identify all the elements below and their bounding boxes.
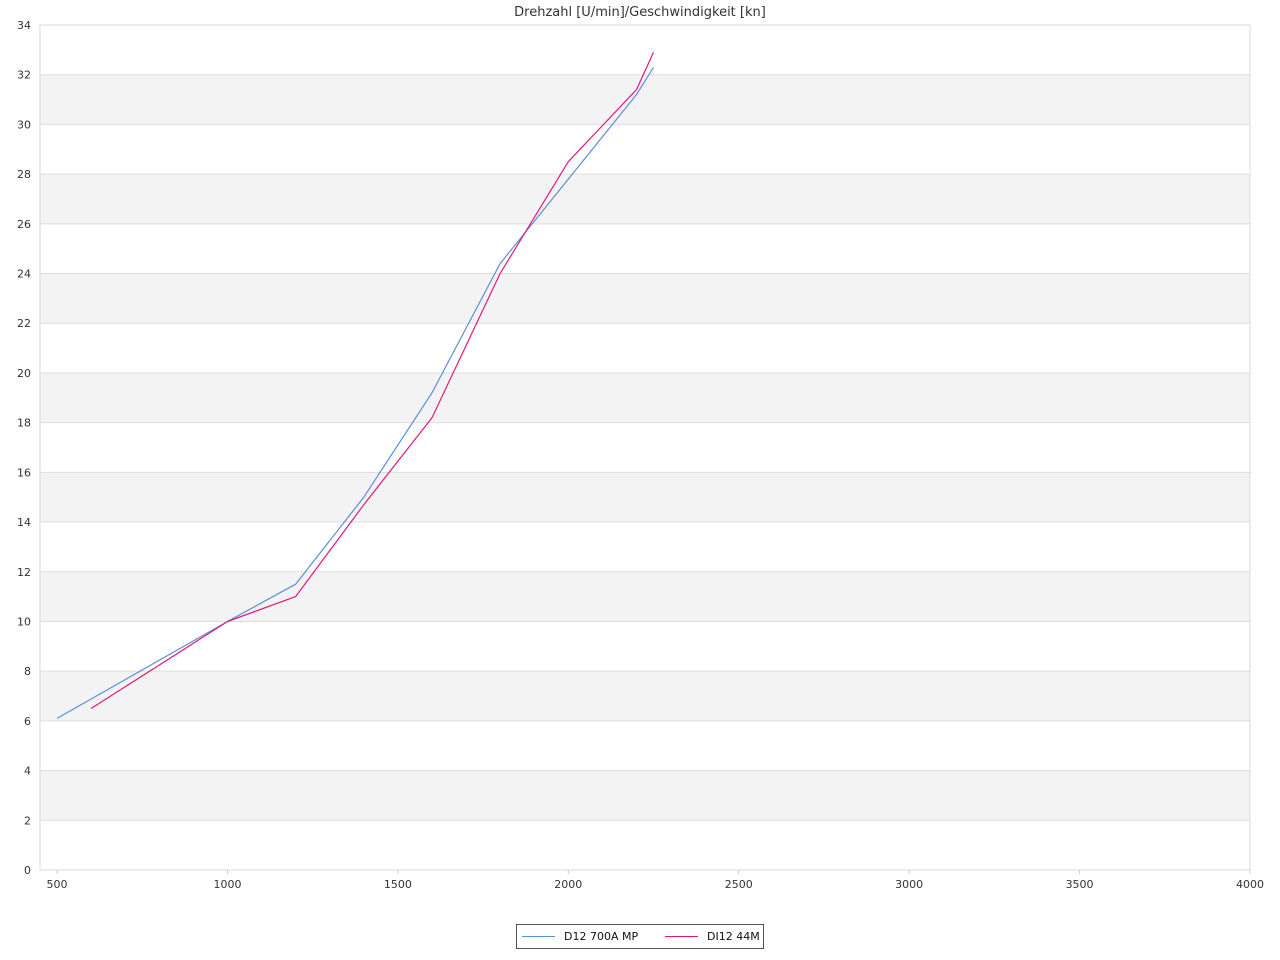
legend-label: DI12 44M xyxy=(707,930,760,943)
grid-band xyxy=(40,372,1250,423)
x-tick-label: 2000 xyxy=(554,878,582,891)
y-tick-label: 34 xyxy=(17,19,31,32)
x-tick-label: 1500 xyxy=(384,878,412,891)
grid-band xyxy=(40,571,1250,622)
x-tick-label: 2500 xyxy=(725,878,753,891)
legend-swatch xyxy=(665,936,698,937)
y-tick-label: 18 xyxy=(17,417,31,430)
x-tick-label: 1000 xyxy=(213,878,241,891)
grid-band xyxy=(40,74,1250,125)
y-tick-label: 26 xyxy=(17,218,31,231)
y-tick-label: 4 xyxy=(24,765,31,778)
grid-band xyxy=(40,770,1250,821)
x-tick-label: 500 xyxy=(47,878,68,891)
y-tick-label: 20 xyxy=(17,367,31,380)
x-tick-label: 3500 xyxy=(1066,878,1094,891)
legend-swatch xyxy=(522,936,555,937)
plot-area-frame xyxy=(39,24,1251,871)
y-tick-label: 10 xyxy=(17,615,31,628)
y-tick-label: 24 xyxy=(17,268,31,281)
y-tick-label: 8 xyxy=(24,665,31,678)
y-tick-label: 30 xyxy=(17,118,31,131)
chart: 0246810121416182022242628303234 500 1000 1… xyxy=(17,5,1264,891)
y-tick-label: 28 xyxy=(17,168,31,181)
y-tick-label: 0 xyxy=(24,864,31,877)
y-tick-label: 6 xyxy=(24,715,31,728)
y-tick-label: 22 xyxy=(17,317,31,330)
grid-band xyxy=(40,174,1250,224)
chart-title: Drehzahl [U/min]/Geschwindigkeit [kn] xyxy=(514,5,766,20)
x-axis: 500 1000 1500 2000 2500 3000 3500 4000 xyxy=(47,870,1264,891)
y-tick-label: 12 xyxy=(17,566,31,579)
y-axis: 0246810121416182022242628303234 xyxy=(17,19,31,877)
grid-lines xyxy=(40,24,1250,871)
y-tick-label: 32 xyxy=(17,69,31,82)
legend-entry: DI12 44M xyxy=(665,925,760,948)
legend: D12 700A MP DI12 44M xyxy=(516,924,764,949)
y-tick-label: 16 xyxy=(17,466,31,479)
grid-band xyxy=(40,671,1250,721)
y-tick-label: 14 xyxy=(17,516,31,529)
x-tick-label: 3000 xyxy=(895,878,923,891)
x-tick-label: 4000 xyxy=(1236,878,1264,891)
grid-band xyxy=(40,472,1250,523)
grid-band xyxy=(40,273,1250,324)
y-tick-label: 2 xyxy=(24,814,31,827)
legend-label: D12 700A MP xyxy=(564,930,639,943)
legend-entry: D12 700A MP xyxy=(522,925,638,948)
grid-bands xyxy=(40,74,1250,821)
